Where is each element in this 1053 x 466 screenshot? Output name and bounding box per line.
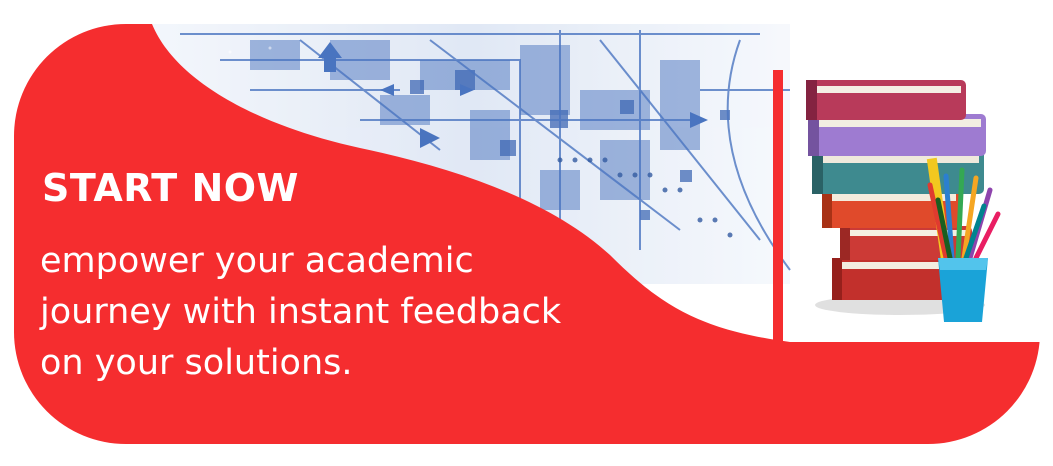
start-now-button[interactable]: START NOW — [42, 166, 299, 210]
promo-banner: START NOW empower your academic journey … — [0, 0, 1053, 466]
banner-art — [14, 24, 1040, 444]
tagline-line: on your solutions. — [40, 343, 353, 383]
tagline: empower your academic journey with insta… — [40, 236, 561, 389]
divider-bar — [773, 70, 783, 344]
tagline-line: journey with instant feedback — [40, 292, 562, 332]
tagline-line: empower your academic — [40, 241, 474, 281]
